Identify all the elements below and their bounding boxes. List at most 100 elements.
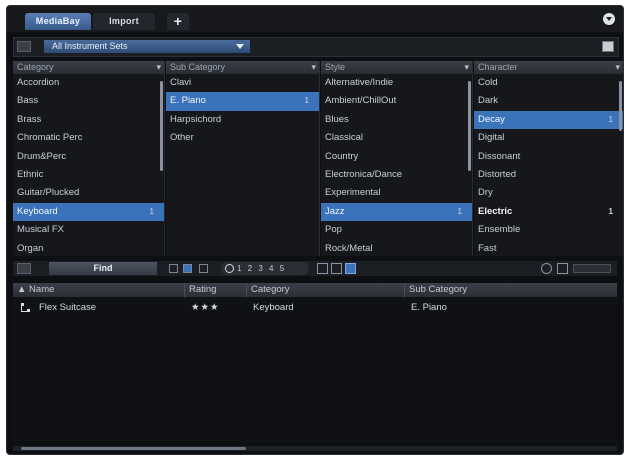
list-item[interactable]: Pop — [321, 221, 472, 239]
subcategory-header[interactable]: Sub Category ▾ — [166, 61, 319, 74]
tab-bar: MediaBay Import + — [7, 6, 623, 32]
list-item-label: Bass — [17, 95, 39, 107]
list-item[interactable]: Electric 1 — [474, 203, 623, 221]
vertical-scrollbar[interactable] — [619, 81, 622, 131]
settings-icon[interactable] — [557, 263, 568, 274]
list-item[interactable]: Jazz 1 — [321, 202, 472, 222]
table-row[interactable]: Flex Suitcase ★★★ Keyboard E. Piano — [13, 301, 617, 315]
list-item[interactable]: Ambient/ChillOut — [321, 92, 472, 110]
list-item-label: Rock/Metal — [325, 242, 373, 254]
list-item-label: Brass — [17, 113, 42, 125]
vertical-scrollbar[interactable] — [468, 81, 471, 171]
panel-toggle-icon[interactable] — [17, 263, 31, 274]
list-item[interactable]: Country — [321, 148, 472, 166]
character-header[interactable]: Character ▾ — [474, 61, 623, 74]
result-category: Keyboard — [253, 302, 294, 313]
instrument-set-row: All Instrument Sets — [13, 37, 619, 57]
list-item-label: Fast — [478, 242, 497, 254]
list-item[interactable]: Alternative/Indie — [321, 74, 472, 92]
list-item[interactable]: Blues — [321, 111, 472, 129]
list-item-label: Dry — [478, 187, 493, 199]
tab-mediabay[interactable]: MediaBay — [25, 13, 91, 30]
list-item[interactable]: Brass — [13, 111, 164, 129]
instrument-set-select[interactable]: All Instrument Sets — [44, 40, 250, 53]
sort-arrow-icon: ▾ — [156, 62, 161, 72]
find-button[interactable]: Find — [49, 262, 157, 275]
list-item[interactable]: Rock/Metal — [321, 240, 472, 256]
result-name: Flex Suitcase — [39, 302, 97, 313]
list-item[interactable]: Accordion — [13, 74, 164, 92]
list-item[interactable]: Digital — [474, 129, 623, 147]
list-item-label: Musical FX — [17, 224, 64, 236]
column-header-name-label: Name — [29, 284, 55, 295]
add-tab-button[interactable]: + — [167, 13, 189, 30]
menu-dropdown-icon[interactable] — [603, 13, 615, 25]
chevron-down-icon — [236, 44, 244, 49]
tab-import[interactable]: Import — [93, 13, 155, 30]
style-header[interactable]: Style ▾ — [321, 61, 472, 74]
list-item[interactable]: Ethnic — [13, 166, 164, 184]
list-item-label: Blues — [325, 113, 349, 125]
list-item[interactable]: Chromatic Perc — [13, 129, 164, 147]
list-item[interactable]: Harpsichord — [166, 111, 319, 129]
zoom-control[interactable] — [541, 263, 611, 274]
item-count: 1 — [149, 206, 154, 216]
list-item[interactable]: Dissonant — [474, 148, 623, 166]
list-item[interactable]: Guitar/Plucked — [13, 184, 164, 202]
list-item[interactable]: Fast — [474, 240, 623, 256]
list-item-label: Drum&Perc — [17, 150, 67, 162]
list-item-label: Experimental — [325, 187, 381, 199]
list-item-label: Ethnic — [17, 168, 44, 180]
list-item-label: Distorted — [478, 168, 517, 180]
column-header-category[interactable]: Category — [247, 283, 405, 297]
rating-filter[interactable]: 1 2 3 4 5 — [221, 262, 309, 275]
options-button[interactable] — [602, 41, 614, 52]
grid-view-icon[interactable] — [169, 264, 178, 273]
panel-toggle-icon[interactable] — [17, 41, 31, 52]
subcategory-header-label: Sub Category — [170, 62, 226, 72]
list-item[interactable]: Experimental — [321, 184, 472, 202]
tree-view-icon[interactable] — [199, 264, 208, 273]
view-mode-button-2[interactable] — [331, 263, 342, 274]
rating-values: 1 2 3 4 5 — [237, 264, 287, 273]
scrollbar-thumb[interactable] — [21, 447, 246, 450]
view-mode-button-1[interactable] — [317, 263, 328, 274]
list-item[interactable]: Cold — [474, 74, 623, 92]
list-item[interactable]: Classical — [321, 129, 472, 147]
column-header-name[interactable]: ▲ Name — [13, 283, 185, 297]
list-item-label: Clavi — [170, 77, 192, 88]
list-item[interactable]: Other — [166, 129, 319, 147]
list-item[interactable]: Musical FX — [13, 221, 164, 239]
list-view-icon[interactable] — [183, 264, 192, 273]
list-item-label: Ensemble — [478, 224, 521, 236]
horizontal-scrollbar[interactable] — [13, 446, 617, 451]
view-mode-button-3[interactable] — [345, 263, 356, 274]
vertical-scrollbar[interactable] — [160, 81, 163, 171]
item-count: 1 — [457, 206, 462, 216]
list-item-label: Ambient/ChillOut — [325, 95, 397, 107]
list-item-label: Organ — [17, 242, 44, 254]
column-header-subcategory[interactable]: Sub Category — [405, 283, 617, 297]
list-item[interactable]: Dark — [474, 92, 623, 110]
list-item-label: Digital — [478, 132, 505, 144]
zoom-slider[interactable] — [573, 264, 611, 273]
list-item[interactable]: Ensemble — [474, 221, 623, 239]
zoom-icon[interactable] — [541, 263, 552, 274]
category-header[interactable]: Category ▾ — [13, 61, 164, 74]
list-item[interactable]: Decay 1 — [474, 110, 623, 130]
list-item[interactable]: Electronica/Dance — [321, 166, 472, 184]
character-column: Character ▾ Cold Dark Decay 1 Digital Dissona… — [474, 61, 623, 256]
list-item[interactable]: Drum&Perc — [13, 148, 164, 166]
column-header-rating[interactable]: Rating — [185, 283, 247, 297]
list-item[interactable]: Keyboard 1 — [13, 202, 164, 222]
sort-arrow-icon: ▾ — [311, 62, 316, 72]
list-item[interactable]: E. Piano 1 — [166, 92, 319, 111]
list-item[interactable]: Bass — [13, 92, 164, 110]
list-item[interactable]: Distorted — [474, 166, 623, 184]
item-count: 1 — [304, 96, 309, 106]
list-item[interactable]: Dry — [474, 184, 623, 202]
list-item[interactable]: Organ — [13, 240, 164, 256]
sort-arrow-icon: ▾ — [615, 62, 620, 72]
list-item[interactable]: Clavi — [166, 74, 319, 92]
style-list: Alternative/Indie Ambient/ChillOut Blues Cl… — [321, 74, 472, 256]
